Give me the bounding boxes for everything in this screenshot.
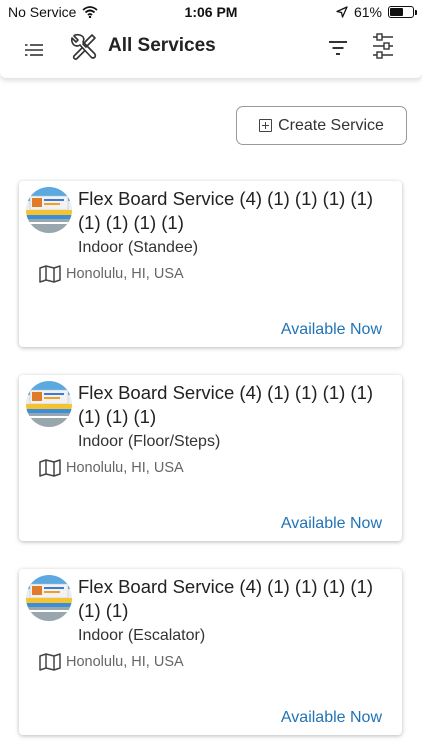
tools-icon xyxy=(70,33,97,60)
map-icon xyxy=(39,459,61,477)
sliders-icon[interactable] xyxy=(370,32,396,60)
page-title: All Services xyxy=(108,35,216,56)
service-type: Indoor (Floor/Steps) xyxy=(78,433,221,450)
service-thumbnail xyxy=(26,381,72,427)
map-icon xyxy=(39,265,61,283)
service-card[interactable]: Flex Board Service (4) (1) (1) (1) (1) (… xyxy=(19,375,402,541)
service-card[interactable]: Flex Board Service (4) (1) (1) (1) (1) (… xyxy=(19,569,402,735)
map-icon xyxy=(39,653,61,671)
battery-tip xyxy=(415,9,417,15)
create-service-label: Create Service xyxy=(278,116,384,134)
service-location: Honolulu, HI, USA xyxy=(39,653,184,671)
service-title: Flex Board Service (4) (1) (1) (1) (1) (… xyxy=(78,382,374,427)
battery-icon xyxy=(388,6,417,18)
battery-fill xyxy=(390,8,404,16)
location-text: Honolulu, HI, USA xyxy=(66,654,184,670)
availability-link[interactable]: Available Now xyxy=(281,709,382,727)
service-location: Honolulu, HI, USA xyxy=(39,265,184,283)
availability-link[interactable]: Available Now xyxy=(281,321,382,339)
service-type: Indoor (Standee) xyxy=(78,239,199,256)
service-thumbnail xyxy=(26,575,72,621)
availability-link[interactable]: Available Now xyxy=(281,515,382,533)
status-bar: No Service 1:06 PM 61% xyxy=(0,0,422,24)
service-card[interactable]: Flex Board Service (4) (1) (1) (1) (1) (… xyxy=(19,181,402,347)
location-arrow-icon xyxy=(336,6,348,18)
service-location: Honolulu, HI, USA xyxy=(39,459,184,477)
status-right: 61% xyxy=(336,4,417,20)
location-text: Honolulu, HI, USA xyxy=(66,460,184,476)
service-title: Flex Board Service (4) (1) (1) (1) (1) (… xyxy=(78,576,374,621)
top-app-bar: All Services xyxy=(0,24,422,78)
create-service-button[interactable]: Create Service xyxy=(236,106,407,145)
location-text: Honolulu, HI, USA xyxy=(66,266,184,282)
service-type: Indoor (Escalator) xyxy=(78,627,206,644)
menu-icon[interactable] xyxy=(22,38,46,62)
filter-icon[interactable] xyxy=(326,36,350,60)
service-title: Flex Board Service (4) (1) (1) (1) (1) (… xyxy=(78,188,374,233)
service-thumbnail xyxy=(26,187,72,233)
plus-square-icon xyxy=(259,119,273,132)
battery-percent: 61% xyxy=(353,4,382,20)
